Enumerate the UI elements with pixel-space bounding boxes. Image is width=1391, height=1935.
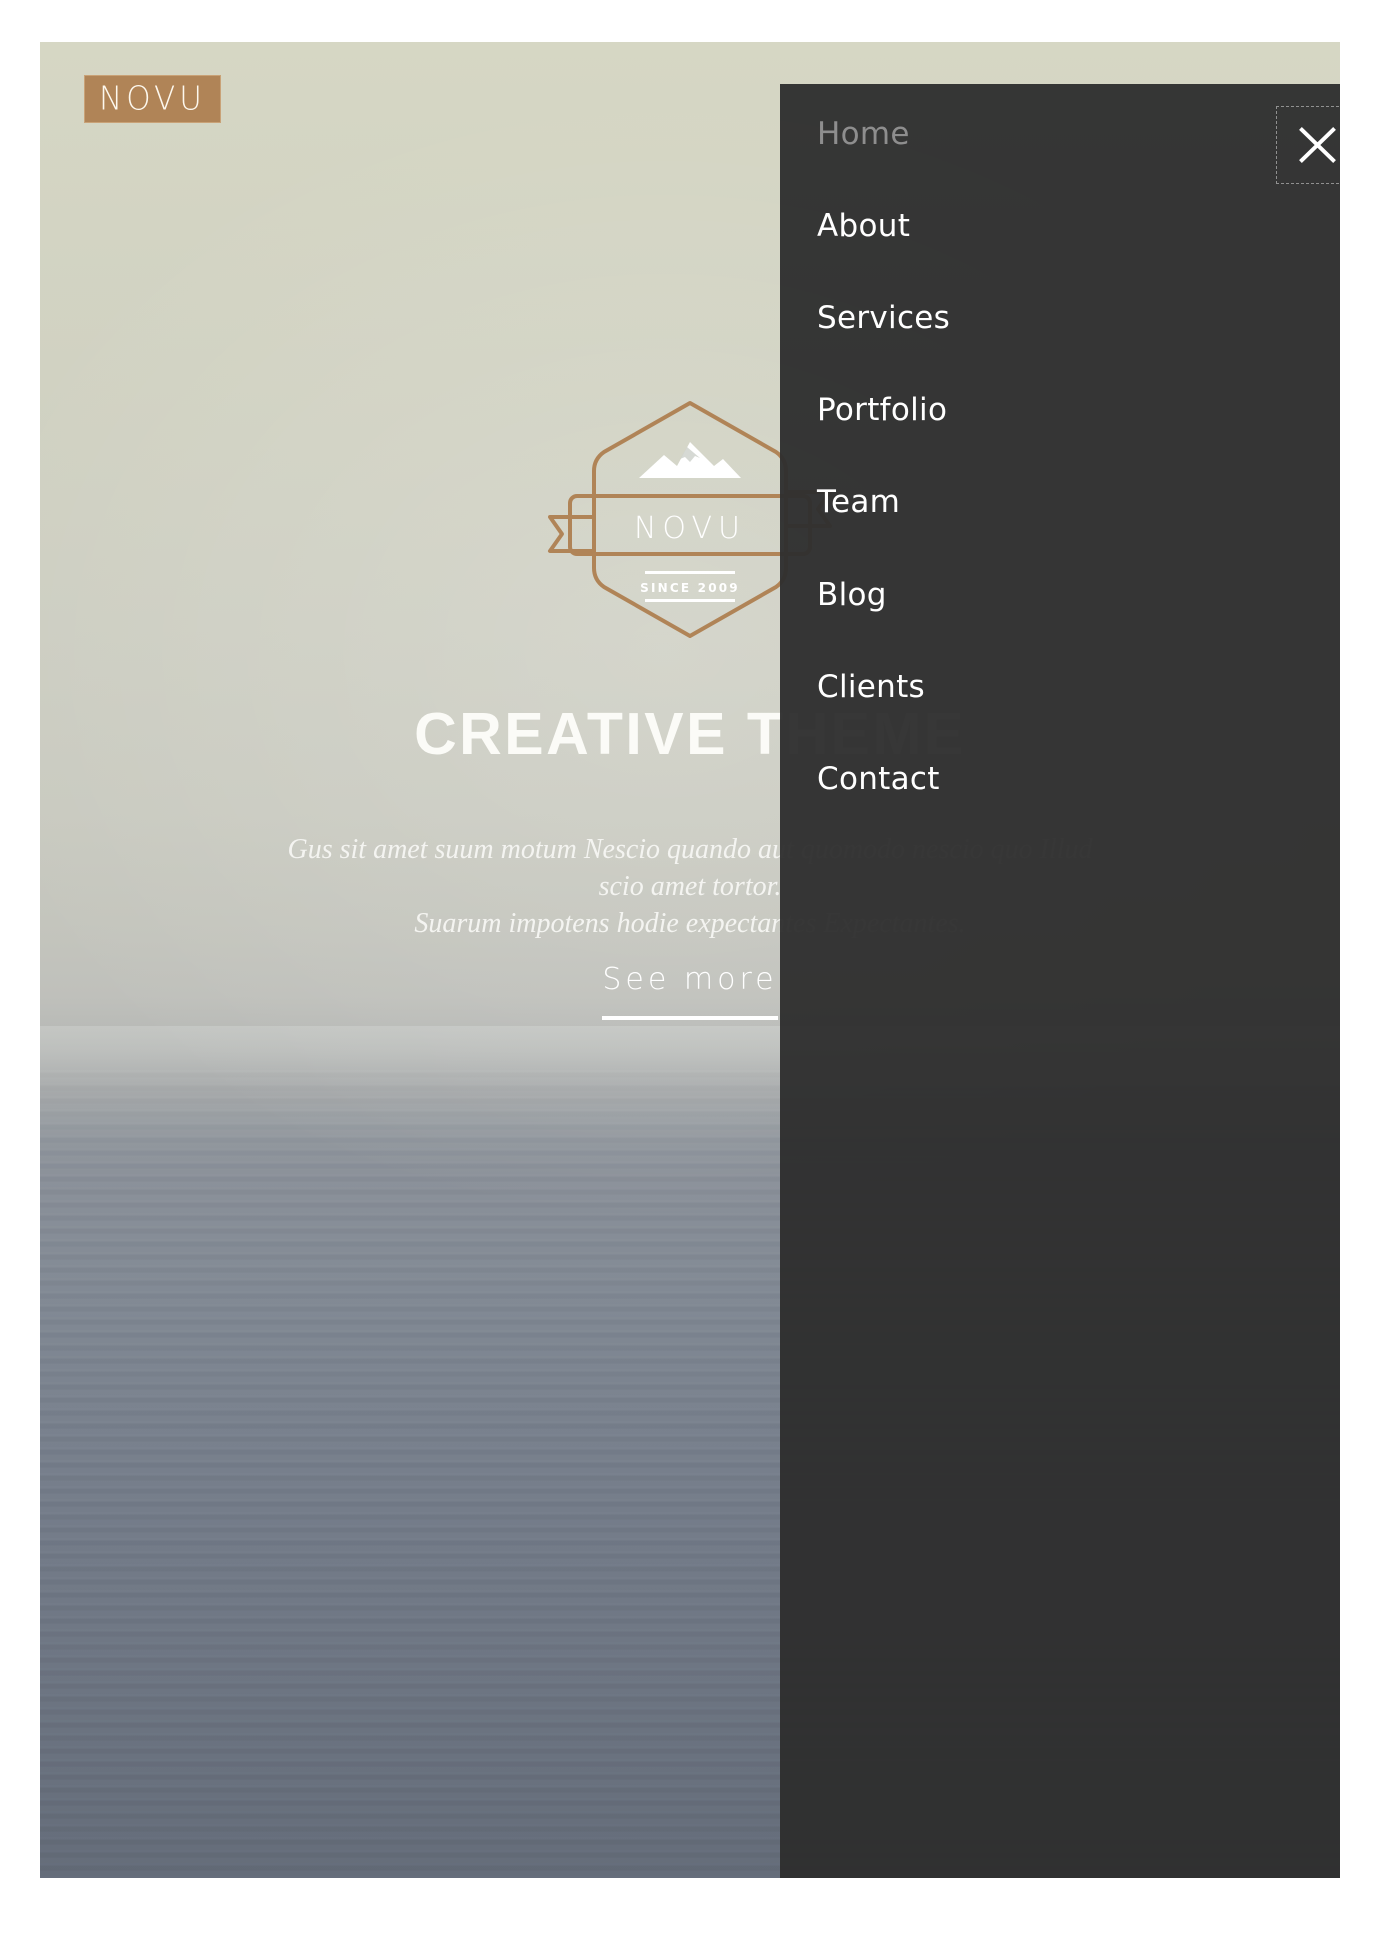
- close-menu-button[interactable]: [1276, 106, 1340, 184]
- badge-wordmark: NOVU: [634, 511, 746, 546]
- nav-item-home[interactable]: Home: [817, 116, 910, 152]
- see-more-button[interactable]: See more: [602, 962, 778, 1020]
- nav-item-services[interactable]: Services: [817, 300, 950, 336]
- nav-item-team[interactable]: Team: [817, 484, 900, 520]
- hero-section: NOVU NOVU SINCE 2009 CREATIVE THEME Gus …: [40, 42, 1340, 1878]
- nav-item-contact[interactable]: Contact: [817, 761, 940, 797]
- close-icon: [1299, 127, 1336, 163]
- nav-item-clients[interactable]: Clients: [817, 669, 925, 705]
- brand-logo-text: NOVU: [99, 79, 206, 119]
- page-root: NOVU NOVU SINCE 2009 CREATIVE THEME Gus …: [0, 0, 1391, 1935]
- badge-since-text: SINCE 2009: [640, 581, 740, 595]
- brand-logo[interactable]: NOVU: [84, 75, 221, 123]
- navigation-overlay-panel: Home About Services Portfolio Team Blog …: [780, 84, 1340, 1878]
- nav-item-blog[interactable]: Blog: [817, 577, 887, 613]
- nav-item-portfolio[interactable]: Portfolio: [817, 392, 947, 428]
- nav-item-about[interactable]: About: [817, 208, 910, 244]
